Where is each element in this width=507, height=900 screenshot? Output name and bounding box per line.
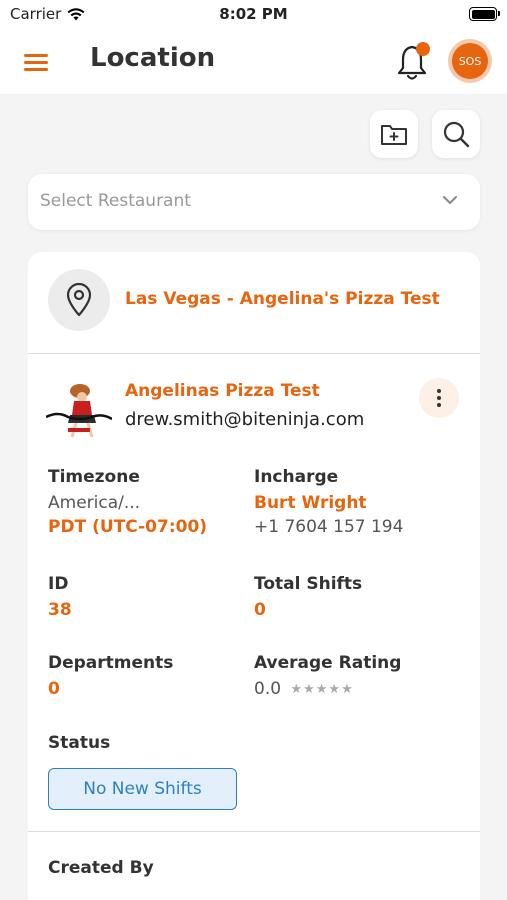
folder-plus-icon	[381, 125, 407, 145]
incharge-name[interactable]: Burt Wright	[254, 493, 403, 513]
timezone-offset: PDT (UTC-07:00)	[48, 517, 208, 537]
location-pin-badge	[48, 269, 110, 331]
restaurant-select[interactable]: Select Restaurant	[28, 174, 480, 230]
kebab-dot	[437, 396, 441, 400]
average-rating-field: Average Rating 0.0 ★★★★★	[254, 653, 401, 699]
timezone-label: Timezone	[48, 467, 140, 487]
created-by-label: Created By	[48, 858, 154, 878]
id-label: ID	[48, 574, 69, 594]
app-header: Location SOS	[0, 30, 507, 94]
notifications-button[interactable]	[396, 42, 432, 82]
departments-label: Departments	[48, 653, 174, 673]
id-field: ID 38	[48, 574, 72, 620]
status-bar: Carrier 8:02 PM	[0, 0, 507, 30]
restaurant-logo	[46, 384, 112, 438]
more-options-button[interactable]	[419, 378, 459, 418]
status-badge: No New Shifts	[48, 768, 237, 810]
incharge-label: Incharge	[254, 467, 339, 487]
average-rating-row: 0.0 ★★★★★	[254, 679, 401, 699]
total-shifts-label: Total Shifts	[254, 574, 363, 594]
departments-field: Departments 0	[48, 653, 173, 699]
menu-icon[interactable]	[24, 51, 48, 73]
kebab-dot	[437, 389, 441, 393]
battery-icon	[469, 7, 500, 21]
rating-stars-icon: ★★★★★	[290, 682, 354, 697]
chevron-down-icon	[443, 196, 457, 204]
business-email: drew.smith@biteninja.com	[125, 409, 365, 430]
average-rating-label: Average Rating	[254, 653, 402, 673]
business-name: Angelinas Pizza Test	[125, 381, 320, 401]
sos-label: SOS	[452, 43, 488, 79]
select-placeholder: Select Restaurant	[40, 191, 191, 211]
page-title: Location	[90, 43, 216, 73]
incharge-field: Incharge Burt Wright +1 7604 157 194	[254, 467, 403, 537]
divider	[28, 831, 480, 832]
search-icon	[443, 121, 470, 148]
total-shifts-value: 0	[254, 600, 266, 620]
clock: 8:02 PM	[219, 5, 288, 23]
map-pin-icon	[66, 283, 92, 317]
timezone-field: Timezone America/... PDT (UTC-07:00)	[48, 467, 207, 537]
kebab-dot	[437, 403, 441, 407]
departments-value: 0	[48, 679, 60, 699]
add-folder-button[interactable]	[370, 110, 418, 158]
average-rating-value: 0.0	[254, 679, 282, 699]
location-card: Las Vegas - Angelina's Pizza Test Angeli…	[28, 252, 480, 900]
id-value: 38	[48, 600, 72, 620]
status-label: Status	[48, 733, 111, 753]
status-field: Status	[48, 733, 110, 753]
total-shifts-field: Total Shifts 0	[254, 574, 362, 620]
timezone-value: America/...	[48, 493, 141, 513]
incharge-phone[interactable]: +1 7604 157 194	[254, 517, 403, 537]
search-button[interactable]	[432, 110, 480, 158]
sos-button[interactable]: SOS	[448, 39, 492, 83]
location-header[interactable]: Las Vegas - Angelina's Pizza Test	[28, 252, 480, 354]
location-name: Las Vegas - Angelina's Pizza Test	[125, 289, 440, 309]
notification-badge	[416, 42, 430, 56]
